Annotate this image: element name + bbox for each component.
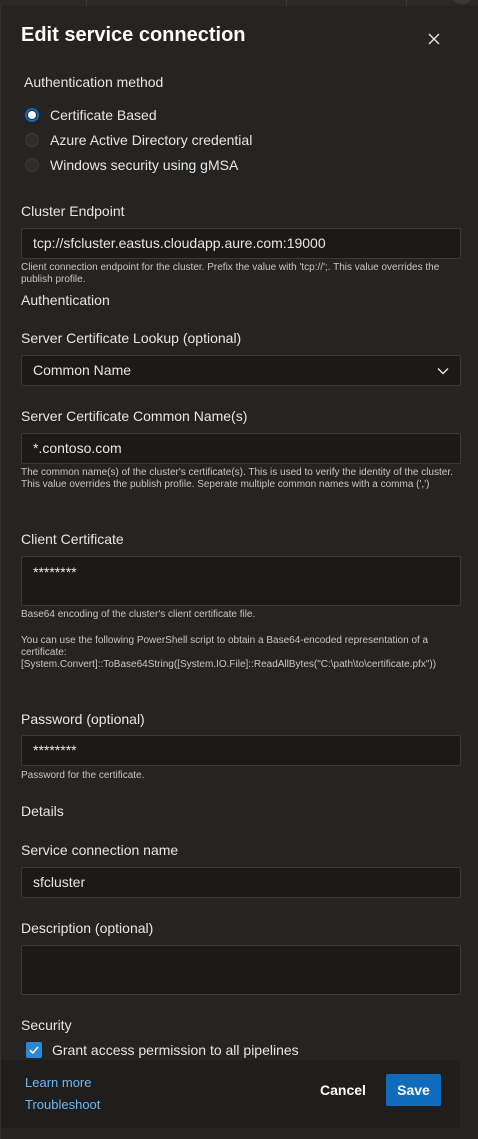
- dialog-title: Edit service connection: [21, 24, 246, 46]
- password-label: Password (optional): [21, 711, 145, 727]
- radio-unselected-icon: [25, 157, 39, 172]
- radio-windows-gmsa[interactable]: Windows security using gMSA: [25, 152, 252, 177]
- authentication-heading: Authentication: [21, 292, 110, 308]
- chevron-down-icon: [437, 368, 449, 375]
- details-heading: Details: [21, 803, 64, 819]
- grant-access-checkbox[interactable]: [26, 1042, 42, 1058]
- client-certificate-label: Client Certificate: [21, 531, 124, 547]
- server-cert-common-names-input[interactable]: *.contoso.com: [21, 433, 461, 464]
- dialog-footer: Learn more Troubleshoot Cancel Save: [1, 1060, 460, 1128]
- cancel-button[interactable]: Cancel: [311, 1074, 375, 1106]
- grant-access-label: Grant access permission to all pipelines: [52, 1042, 299, 1058]
- security-heading: Security: [21, 1017, 72, 1033]
- server-cert-lookup-value: Common Name: [33, 362, 132, 378]
- server-cert-common-names-label: Server Certificate Common Name(s): [21, 408, 248, 424]
- client-certificate-script: [System.Convert]::ToBase64String([System…: [21, 659, 437, 670]
- client-certificate-textarea[interactable]: ********: [21, 556, 461, 606]
- radio-azure-ad-credential[interactable]: Azure Active Directory credential: [25, 127, 252, 152]
- radio-selected-icon: [25, 107, 39, 122]
- server-cert-lookup-select[interactable]: Common Name: [21, 355, 461, 386]
- learn-more-link[interactable]: Learn more: [25, 1075, 91, 1090]
- server-cert-lookup-label: Server Certificate Lookup (optional): [21, 330, 242, 346]
- cluster-endpoint-input[interactable]: tcp://sfcluster.eastus.cloudapp.aure.com…: [21, 228, 461, 259]
- password-input[interactable]: ********: [21, 735, 461, 766]
- radio-label: Windows security using gMSA: [50, 156, 239, 173]
- password-help: Password for the certificate.: [21, 770, 145, 781]
- client-certificate-script-help: You can use the following PowerShell scr…: [21, 635, 429, 658]
- radio-label: Azure Active Directory credential: [50, 131, 253, 148]
- client-certificate-help: Base64 encoding of the cluster's client …: [21, 609, 256, 620]
- checkmark-icon: [29, 1046, 39, 1055]
- service-connection-name-input[interactable]: sfcluster: [21, 867, 461, 898]
- radio-certificate-based[interactable]: Certificate Based: [25, 102, 252, 127]
- auth-method-radio-group: Certificate Based Azure Active Directory…: [25, 102, 252, 177]
- edit-service-connection-panel: Edit service connection Authentication m…: [0, 6, 478, 1139]
- auth-method-label: Authentication method: [24, 74, 164, 90]
- description-label: Description (optional): [21, 920, 154, 936]
- grant-access-checkbox-row[interactable]: Grant access permission to all pipelines: [26, 1042, 299, 1058]
- cluster-endpoint-label: Cluster Endpoint: [21, 203, 125, 219]
- description-textarea[interactable]: [21, 945, 461, 995]
- close-icon: [428, 33, 440, 45]
- radio-unselected-icon: [25, 132, 39, 147]
- radio-label: Certificate Based: [50, 106, 157, 123]
- cluster-endpoint-help: Client connection endpoint for the clust…: [21, 262, 440, 285]
- close-button[interactable]: [421, 26, 447, 52]
- scroll-knob: [450, 0, 474, 4]
- service-connection-name-label: Service connection name: [21, 842, 179, 858]
- save-button[interactable]: Save: [386, 1074, 441, 1106]
- troubleshoot-link[interactable]: Troubleshoot: [25, 1097, 100, 1112]
- server-cert-common-names-help: The common name(s) of the cluster's cert…: [21, 467, 453, 490]
